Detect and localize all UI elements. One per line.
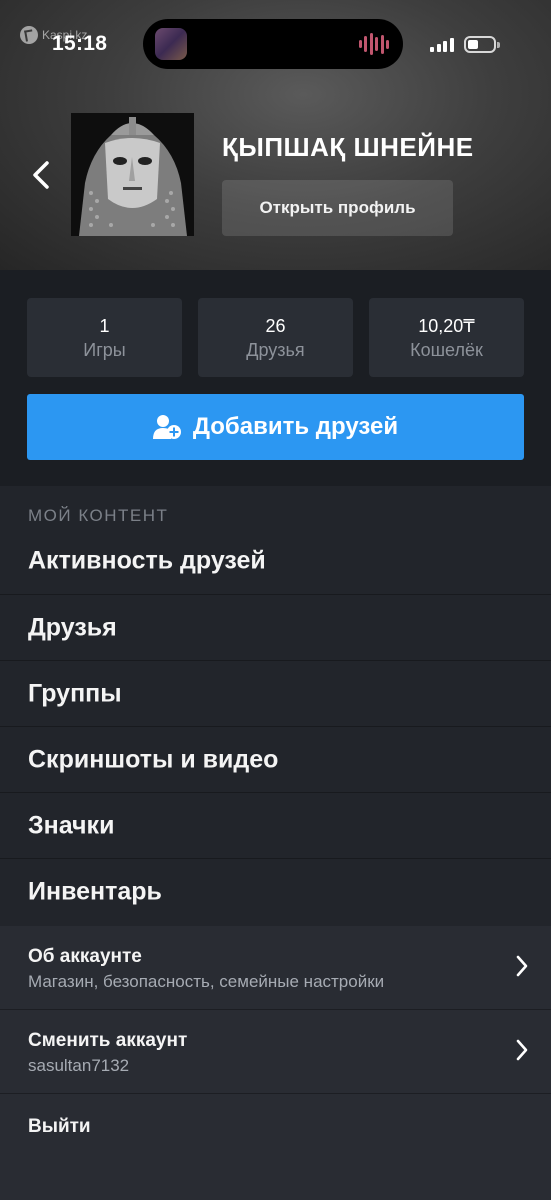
stat-friends-value: 26 <box>265 316 286 336</box>
menu-item-label: Значки <box>28 811 115 839</box>
steam-profile-menu-screen: Kaspi.kz 15:18 ҚЫПШАҚ ШНЕЙНЕ Открыть про… <box>0 0 551 1200</box>
menu-item-label: Группы <box>28 679 122 707</box>
stat-games-label: Игры <box>83 340 126 360</box>
stat-games-value: 1 <box>99 316 110 336</box>
about-account-title: Об аккаунте <box>28 946 142 967</box>
stat-games[interactable]: 1 Игры <box>27 298 182 377</box>
add-friends-button[interactable]: Добавить друзей <box>27 394 524 460</box>
profile-header: Kaspi.kz 15:18 ҚЫПШАҚ ШНЕЙНЕ Открыть про… <box>0 0 551 270</box>
my-content-section: МОЙ КОНТЕНТ Активность друзей Друзья Гру… <box>0 486 551 1200</box>
chainmail-helmet-mask-icon <box>71 113 194 236</box>
stat-wallet[interactable]: 10,20₸ Кошелёк <box>369 298 524 377</box>
dynamic-island[interactable] <box>143 19 403 69</box>
logout-button[interactable]: Выйти <box>28 1116 91 1138</box>
menu-item-screenshots-videos[interactable]: Скриншоты и видео <box>0 726 551 792</box>
battery-icon <box>464 36 500 53</box>
audio-waveform-icon <box>359 33 389 55</box>
menu-item-inventory[interactable]: Инвентарь <box>0 858 551 924</box>
add-user-icon <box>152 415 181 439</box>
account-section: Об аккаунте Магазин, безопасность, семей… <box>0 926 551 1200</box>
menu-item-badges[interactable]: Значки <box>0 792 551 858</box>
add-friends-label: Добавить друзей <box>192 413 399 440</box>
back-chevron-icon[interactable] <box>28 158 54 192</box>
menu-item-label: Друзья <box>28 613 117 641</box>
about-account-item[interactable]: Об аккаунте Магазин, безопасность, семей… <box>0 926 551 1010</box>
open-profile-button[interactable]: Открыть профиль <box>222 180 453 236</box>
switch-account-username: sasultan7132 <box>28 1056 130 1075</box>
menu-item-label: Инвентарь <box>28 877 162 905</box>
stats-section: 1 Игры 26 Друзья 10,20₸ Кошелёк Добавить… <box>0 270 551 486</box>
stat-wallet-label: Кошелёк <box>410 340 483 360</box>
switch-account-title: Сменить аккаунт <box>28 1030 188 1051</box>
menu-item-label: Активность друзей <box>28 546 266 575</box>
status-time: 15:18 <box>52 32 108 55</box>
stat-friends[interactable]: 26 Друзья <box>198 298 353 377</box>
menu-item-friends[interactable]: Друзья <box>0 594 551 660</box>
kaspi-logo-icon <box>20 26 38 44</box>
menu-item-label: Скриншоты и видео <box>28 745 279 773</box>
cellular-signal-icon <box>430 38 454 52</box>
chevron-right-icon <box>516 1039 528 1061</box>
section-title-my-content: МОЙ КОНТЕНТ <box>28 506 169 525</box>
switch-account-item[interactable]: Сменить аккаунт sasultan7132 <box>0 1010 551 1094</box>
menu-item-groups[interactable]: Группы <box>0 660 551 726</box>
menu-item-friends-activity[interactable]: Активность друзей <box>0 528 551 594</box>
about-account-subtitle: Магазин, безопасность, семейные настройк… <box>28 972 385 991</box>
status-bar: Kaspi.kz 15:18 <box>0 0 551 90</box>
stat-wallet-value: 10,20₸ <box>418 316 475 336</box>
now-playing-artwork-icon <box>155 28 187 60</box>
profile-name: ҚЫПШАҚ ШНЕЙНЕ <box>222 132 474 162</box>
chevron-right-icon <box>516 955 528 977</box>
stat-friends-label: Друзья <box>246 340 305 360</box>
avatar <box>71 113 194 236</box>
